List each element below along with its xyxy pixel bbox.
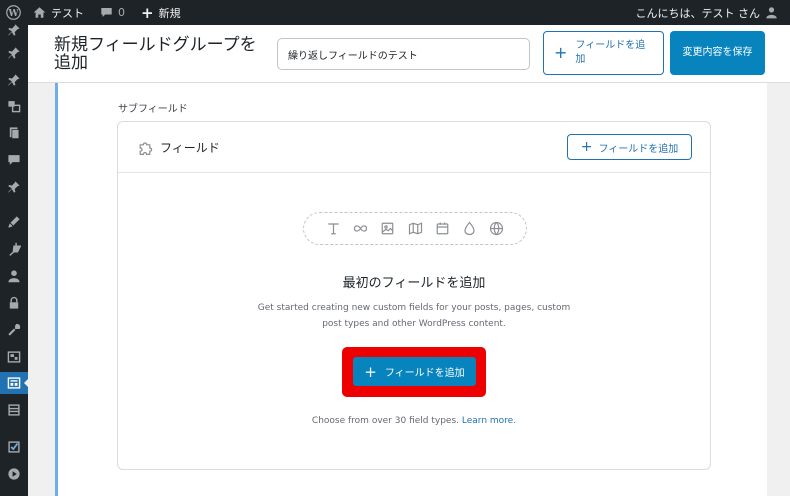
plus-icon: + xyxy=(364,362,377,381)
site-name: テスト xyxy=(51,6,84,20)
globe-icon xyxy=(489,221,503,236)
menu-play[interactable] xyxy=(0,463,28,485)
text-icon xyxy=(328,223,339,235)
svg-text:W: W xyxy=(7,9,19,19)
new-content-link[interactable]: + 新規 xyxy=(135,0,187,25)
card-add-field-label: フィールドを追加 xyxy=(598,143,679,155)
greeting: こんにちは、テスト さん xyxy=(635,6,761,20)
sub-fields-panel: サブフィールド フィールド + フィールドを追加 最初のフィールドを追加 Get… xyxy=(55,83,767,496)
menu-plugins[interactable] xyxy=(0,238,28,260)
table-icon xyxy=(8,404,20,416)
menu-lock[interactable] xyxy=(0,292,28,314)
users-icon xyxy=(8,270,20,283)
puzzle-icon xyxy=(139,142,153,155)
header-add-field-label: フィールドを追加 xyxy=(575,40,646,65)
save-changes-button[interactable]: 変更内容を保存 xyxy=(670,31,765,75)
fields-card-title: フィールド xyxy=(160,141,220,155)
appearance-icon xyxy=(8,216,20,228)
tools-icon xyxy=(8,323,21,336)
pushpin-icon xyxy=(8,74,20,86)
menu-settings[interactable] xyxy=(0,346,28,368)
learn-more-link[interactable]: Learn more. xyxy=(462,416,516,426)
plus-icon: + xyxy=(141,3,154,22)
my-account-link[interactable]: こんにちは、テスト さん xyxy=(630,0,785,25)
acf-field-groups-icon xyxy=(7,377,21,389)
menu-posts[interactable] xyxy=(0,19,28,41)
comments-link[interactable]: 0 xyxy=(94,0,131,25)
calendar-icon xyxy=(436,222,448,235)
fields-card: フィールド + フィールドを追加 最初のフィールドを追加 Get started… xyxy=(117,121,711,470)
menu-comments[interactable] xyxy=(0,149,28,171)
header-add-field-button[interactable]: + フィールドを追加 xyxy=(543,31,664,75)
checkbox-icon xyxy=(8,441,20,453)
comment-bubble-icon xyxy=(101,7,112,18)
menu-users[interactable] xyxy=(0,265,28,287)
pushpin-icon xyxy=(8,24,20,36)
main-add-field-button[interactable]: + フィールドを追加 xyxy=(353,357,476,386)
empty-state-description: Get started creating new custom fields f… xyxy=(257,303,571,329)
plugins-icon xyxy=(9,242,21,256)
menu-tools[interactable] xyxy=(0,319,28,341)
map-icon xyxy=(408,222,422,235)
empty-state-title: 最初のフィールドを追加 xyxy=(342,276,486,291)
menu-pushpin-2[interactable] xyxy=(0,42,28,64)
infinity-icon xyxy=(354,225,368,232)
field-types-strip xyxy=(303,212,527,245)
comments-icon xyxy=(8,155,20,165)
pages-icon xyxy=(9,127,20,139)
comments-count: 0 xyxy=(118,6,125,19)
menu-pushpin-3[interactable] xyxy=(0,69,28,91)
site-name-link[interactable]: テスト xyxy=(27,0,90,25)
pushpin-icon xyxy=(8,181,20,193)
image-icon xyxy=(382,222,394,235)
wordpress-logo-icon: W xyxy=(6,5,21,20)
footnote-text: Choose from over 30 field types. xyxy=(311,416,459,426)
home-icon xyxy=(33,7,46,18)
save-changes-label: 変更内容を保存 xyxy=(682,47,753,58)
menu-acf-field-groups[interactable] xyxy=(0,372,29,394)
current-menu-arrow xyxy=(24,378,29,388)
field-types-footnote: Choose from over 30 field types. Learn m… xyxy=(118,416,710,426)
media-icon xyxy=(8,101,21,113)
settings-icon xyxy=(7,351,21,363)
fields-card-header: フィールド + フィールドを追加 xyxy=(118,122,710,173)
admin-side-menu xyxy=(0,24,29,496)
sub-fields-label: サブフィールド xyxy=(118,104,188,115)
menu-pushpin-4[interactable] xyxy=(0,176,28,198)
menu-table[interactable] xyxy=(0,399,28,421)
user-avatar-icon xyxy=(766,7,777,19)
play-icon xyxy=(8,468,20,480)
menu-appearance[interactable] xyxy=(0,211,28,233)
field-group-title-input[interactable] xyxy=(277,38,530,70)
main-add-field-label: フィールドを追加 xyxy=(384,368,465,379)
card-add-field-button[interactable]: + フィールドを追加 xyxy=(567,134,692,160)
menu-media[interactable] xyxy=(0,95,28,117)
menu-checkbox[interactable] xyxy=(0,436,28,458)
plus-icon: + xyxy=(554,43,568,62)
admin-bar: W テスト 0 + 新規 こんにちは、テスト さん xyxy=(0,0,790,25)
new-label: 新規 xyxy=(158,6,181,20)
field-group-header: 新規フィールドグループを追加 + フィールドを追加 変更内容を保存 xyxy=(28,25,790,83)
pushpin-icon xyxy=(8,47,20,59)
drop-icon xyxy=(464,221,475,236)
lock-icon xyxy=(9,296,19,309)
menu-pages[interactable] xyxy=(0,122,28,144)
plus-icon: + xyxy=(580,139,593,155)
scrollbar[interactable] xyxy=(785,83,790,496)
page-title: 新規フィールドグループを追加 xyxy=(54,35,257,73)
